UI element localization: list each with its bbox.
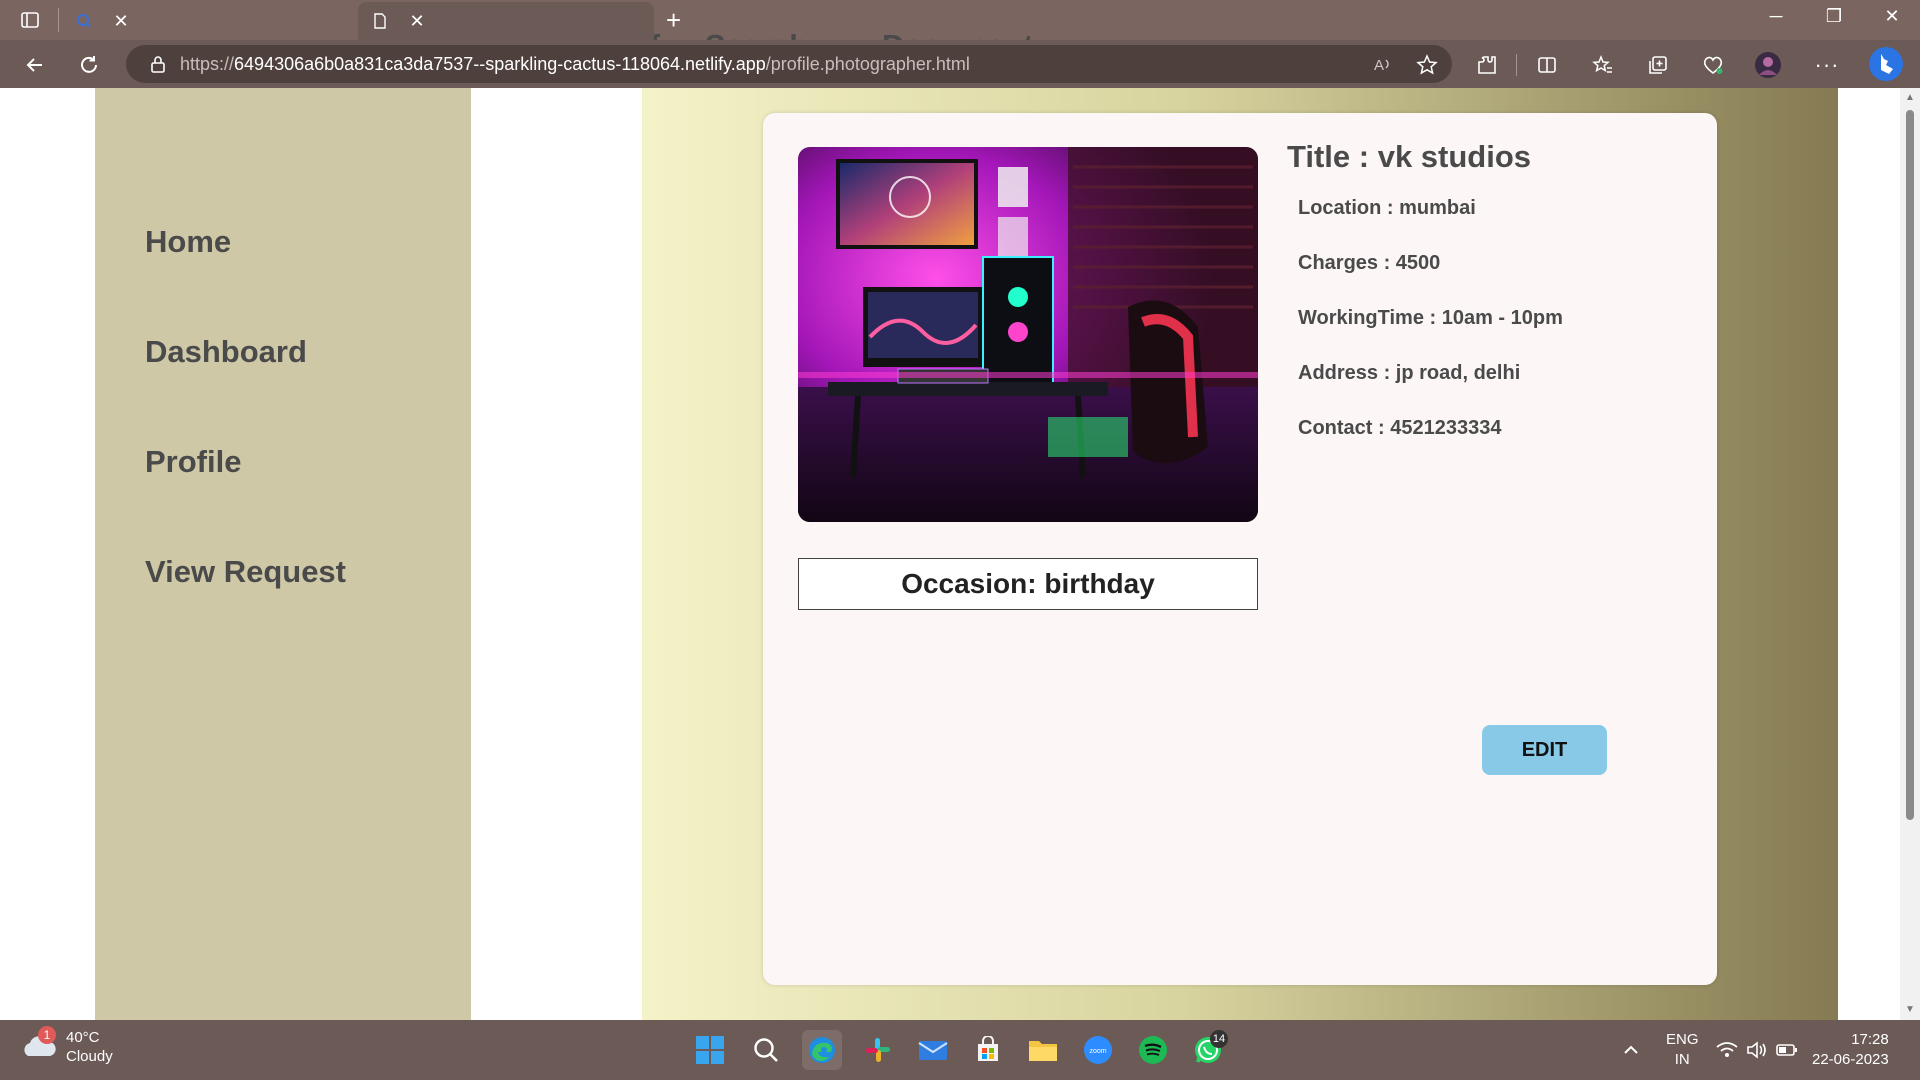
favorites-icon[interactable] (1588, 50, 1618, 80)
page-scrollbar[interactable]: ▲ ▼ (1900, 88, 1920, 1020)
sidebar: Home Dashboard Profile View Request (95, 88, 471, 1020)
file-explorer-icon[interactable] (1023, 1030, 1063, 1070)
restore-icon[interactable]: ❐ (1814, 6, 1854, 27)
toolbar-divider (1516, 54, 1517, 76)
volume-icon[interactable] (1746, 1020, 1768, 1080)
whatsapp-badge: 14 (1210, 1030, 1228, 1048)
edit-button[interactable]: EDIT (1482, 725, 1607, 775)
language-line1: ENG (1666, 1031, 1699, 1048)
occasion-label: Occasion: birthday (798, 558, 1258, 610)
studio-photo (798, 147, 1258, 522)
scroll-up-icon[interactable]: ▲ (1904, 92, 1916, 104)
more-options-icon[interactable]: ··· (1812, 50, 1842, 80)
weather-temp: 40°C (66, 1029, 100, 1046)
tab-divider (58, 8, 59, 32)
close-window-icon[interactable]: ✕ (1872, 6, 1912, 27)
zoom-icon[interactable]: zoom (1078, 1030, 1118, 1070)
address-field: Address : jp road, delhi (1298, 362, 1521, 384)
studio-title: Title : vk studios (1287, 139, 1532, 174)
sidebar-item-home[interactable]: Home (145, 224, 231, 260)
tab-actions-icon[interactable] (18, 8, 42, 32)
profile-card: Occasion: birthday Title : vk studios Lo… (763, 113, 1717, 985)
tab-netlify-search[interactable]: netlify - Search ✕ (62, 2, 808, 63)
location-field: Location : mumbai (1298, 197, 1476, 219)
charges-field: Charges : 4500 (1298, 252, 1441, 274)
close-tab-icon[interactable]: ✕ (106, 11, 136, 32)
extensions-icon[interactable] (1472, 50, 1502, 80)
working-time-field: WorkingTime : 10am - 10pm (1298, 307, 1563, 329)
clock-time: 17:28 (1851, 1031, 1889, 1048)
wifi-icon[interactable] (1716, 1020, 1738, 1080)
bing-search-icon (76, 13, 92, 29)
close-tab-icon[interactable]: ✕ (402, 11, 432, 32)
clock[interactable]: 17:28 22-06-2023 (1812, 1020, 1889, 1080)
language-indicator[interactable]: ENG IN (1666, 1020, 1699, 1080)
document-icon (372, 13, 388, 29)
sidebar-item-view-request[interactable]: View Request (145, 554, 346, 590)
minimize-icon[interactable]: ─ (1756, 6, 1796, 27)
clock-date: 22-06-2023 (1812, 1051, 1889, 1068)
lock-icon[interactable] (148, 54, 168, 74)
tab-document[interactable]: Document ✕ (358, 2, 1034, 63)
start-menu-icon[interactable] (690, 1030, 730, 1070)
battery-icon[interactable] (1776, 1020, 1798, 1080)
split-screen-icon[interactable] (1532, 50, 1562, 80)
refresh-icon[interactable] (74, 50, 104, 80)
show-hidden-icons-icon[interactable] (1622, 1020, 1640, 1080)
taskbar: 1 40°C Cloudy zoom 14 ENG IN 17:28 22-06… (0, 1020, 1920, 1080)
spotify-icon[interactable] (1133, 1030, 1173, 1070)
svg-text:A: A (1374, 57, 1384, 74)
profile-avatar[interactable] (1753, 50, 1783, 80)
new-tab-icon[interactable]: + (666, 6, 681, 34)
svg-text:zoom: zoom (1089, 1048, 1106, 1055)
tab-bar: netlify - Search ✕ Document ✕ + ─ ❐ ✕ (0, 0, 1920, 63)
search-icon[interactable] (746, 1030, 786, 1070)
scroll-thumb[interactable] (1906, 110, 1914, 820)
browser-toolbar: https://6494306a6b0a831ca3da7537--sparkl… (0, 40, 1920, 88)
url-text: https://6494306a6b0a831ca3da7537--sparkl… (180, 53, 970, 74)
cloudy-weather-icon: 1 (20, 1026, 58, 1066)
contact-field: Contact : 4521233334 (1298, 417, 1502, 439)
back-icon[interactable] (20, 50, 50, 80)
microsoft-store-icon[interactable] (968, 1030, 1008, 1070)
weather-condition: Cloudy (66, 1048, 113, 1065)
address-bar[interactable]: https://6494306a6b0a831ca3da7537--sparkl… (126, 45, 1452, 83)
language-line2: IN (1674, 1051, 1690, 1068)
read-aloud-icon[interactable]: A (1372, 54, 1394, 76)
weather-badge: 1 (38, 1026, 56, 1044)
favorite-star-icon[interactable] (1416, 54, 1438, 76)
slack-icon[interactable] (858, 1030, 898, 1070)
sidebar-item-profile[interactable]: Profile (145, 444, 241, 480)
sidebar-item-dashboard[interactable]: Dashboard (145, 334, 307, 370)
bing-chat-icon[interactable] (1868, 46, 1904, 82)
scroll-down-icon[interactable]: ▼ (1904, 1004, 1916, 1016)
page-content: Home Dashboard Profile View Request Occa… (0, 88, 1900, 1020)
weather-widget[interactable]: 1 40°C Cloudy (20, 1026, 113, 1066)
edge-browser-icon[interactable] (802, 1030, 842, 1070)
browser-essentials-icon[interactable] (1698, 50, 1728, 80)
collections-icon[interactable] (1643, 50, 1673, 80)
whatsapp-icon[interactable]: 14 (1188, 1030, 1228, 1070)
mail-icon[interactable] (913, 1030, 953, 1070)
